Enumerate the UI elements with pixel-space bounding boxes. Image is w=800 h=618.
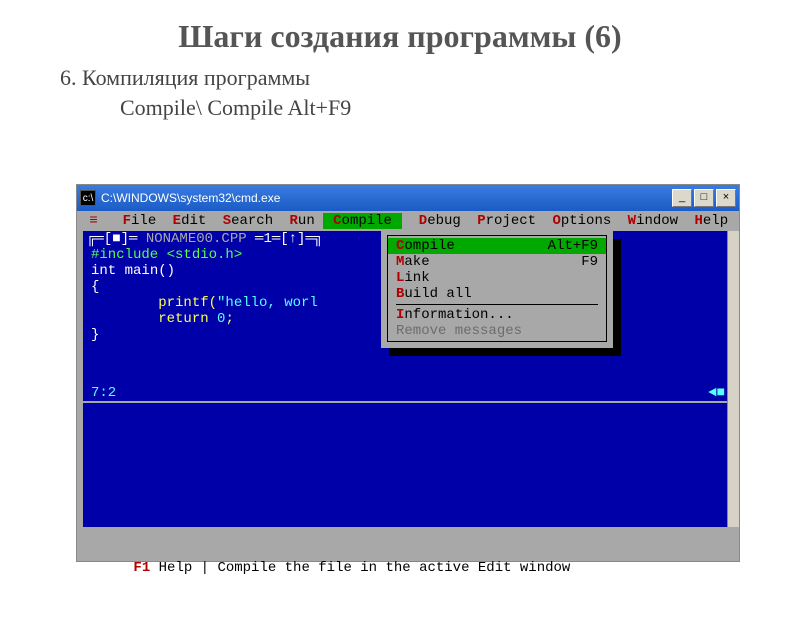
dd-make[interactable]: Make F9 [388, 254, 606, 270]
close-button[interactable]: × [716, 189, 736, 207]
menu-options[interactable]: Options [544, 213, 611, 229]
menu-debug[interactable]: Debug [410, 213, 460, 229]
editor-filename: NONAME00.CPP [137, 231, 255, 247]
dd-compile[interactable]: Compile Alt+F9 [388, 238, 606, 254]
menu-project[interactable]: Project [469, 213, 536, 229]
editor-frame-bottom: 7:2 ◄■ [83, 385, 733, 401]
window-titlebar[interactable]: c:\ C:\WINDOWS\system32\cmd.exe _ □ × [77, 185, 739, 211]
terminal-area: ≡ File Edit Search Run Compile Debug Pro… [77, 211, 739, 561]
dd-remove-messages: Remove messages [388, 323, 606, 339]
menu-compile[interactable]: Compile [323, 213, 403, 229]
vertical-scrollbar[interactable] [727, 231, 739, 527]
ide-statusbar: F1 Help | Compile the file in the active… [77, 543, 739, 561]
maximize-button[interactable]: □ [694, 189, 714, 207]
menu-help[interactable]: Help [686, 213, 728, 229]
menu-edit[interactable]: Edit [164, 213, 206, 229]
menu-search[interactable]: Search [214, 213, 273, 229]
scroll-hint: ◄■ [708, 385, 725, 401]
slide-subtitle-2: Compile\ Compile Alt+F9 [120, 95, 800, 121]
menu-file[interactable]: File [114, 213, 156, 229]
ide-menubar[interactable]: ≡ File Edit Search Run Compile Debug Pro… [77, 211, 739, 231]
window-title: C:\WINDOWS\system32\cmd.exe [101, 191, 672, 205]
cmd-window: c:\ C:\WINDOWS\system32\cmd.exe _ □ × ≡ … [76, 184, 740, 562]
status-text: Help | Compile the file in the active Ed… [150, 560, 570, 576]
menu-run[interactable]: Run [281, 213, 315, 229]
compile-dropdown: Compile Alt+F9 Make F9 Link Build all [381, 231, 613, 348]
dd-link[interactable]: Link [388, 270, 606, 286]
dd-separator [396, 304, 598, 305]
dd-information[interactable]: Information... [388, 307, 606, 323]
output-panel [83, 403, 733, 527]
slide-title: Шаги создания программы (6) [0, 18, 800, 55]
cmd-icon: c:\ [80, 190, 96, 206]
status-f1[interactable]: F1 [133, 560, 150, 576]
cursor-position: 7:2 [91, 385, 116, 401]
dd-build-all[interactable]: Build all [388, 286, 606, 302]
menu-window[interactable]: Window [619, 213, 678, 229]
minimize-button[interactable]: _ [672, 189, 692, 207]
slide-subtitle-1: 6. Компиляция программы [60, 65, 800, 91]
menu-system[interactable]: ≡ [81, 213, 106, 229]
